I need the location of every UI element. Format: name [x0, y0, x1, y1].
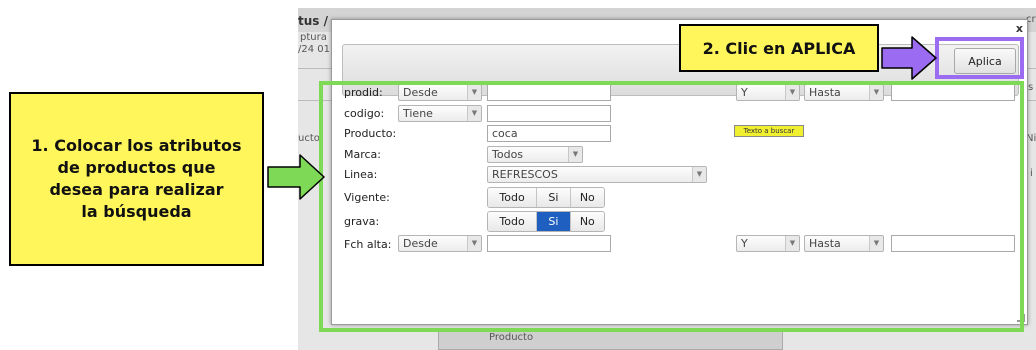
grava-toggle-group: Todo Si No — [487, 211, 605, 232]
marca-value: Todos — [492, 148, 524, 161]
right-arrow-icon — [881, 36, 937, 80]
linea-select[interactable]: REFRESCOS ▼ — [487, 166, 707, 183]
prodid-mode2-select[interactable]: Hasta ▼ — [804, 84, 884, 101]
grava-option-si[interactable]: Si — [537, 212, 571, 231]
fch-alta-mode-value: Desde — [403, 237, 438, 250]
caret-down-icon: ▼ — [785, 85, 799, 100]
right-arrow-icon — [267, 154, 325, 200]
caret-down-icon: ▼ — [869, 236, 883, 251]
background-title: tus / — [298, 14, 328, 28]
fch-alta-label: Fch alta: — [344, 238, 392, 251]
vigente-option-si[interactable]: Si — [537, 188, 571, 207]
vigente-toggle-group: Todo Si No — [487, 187, 605, 208]
grava-option-no[interactable]: No — [570, 212, 604, 231]
marca-label: Marca: — [344, 148, 382, 161]
prodid-from-input[interactable] — [487, 84, 611, 101]
prodid-op-value: Y — [741, 86, 748, 99]
fch-alta-mode2-select[interactable]: Hasta ▼ — [804, 235, 884, 252]
background-text: ptura — [300, 32, 327, 43]
grava-option-todo[interactable]: Todo — [488, 212, 538, 231]
fch-alta-op-select[interactable]: Y ▼ — [736, 235, 800, 252]
background-bottom-bar: Producto — [438, 328, 783, 350]
prodid-mode-select[interactable]: Desde ▼ — [398, 84, 482, 101]
background-text: /24 01 — [298, 44, 330, 55]
resize-grip-icon[interactable] — [1017, 314, 1025, 322]
producto-input[interactable]: coca — [487, 125, 611, 142]
producto-hint: Texto a buscar — [734, 125, 804, 137]
vigente-label: Vigente: — [344, 191, 390, 204]
producto-label: Producto: — [344, 127, 397, 140]
marca-select[interactable]: Todos ▼ — [487, 146, 583, 163]
prodid-mode-value: Desde — [403, 86, 438, 99]
caret-down-icon: ▼ — [467, 106, 481, 121]
background-text: Producto — [489, 332, 534, 343]
linea-label: Linea: — [344, 168, 378, 181]
caret-down-icon: ▼ — [692, 167, 706, 182]
vigente-option-todo[interactable]: Todo — [488, 188, 538, 207]
codigo-mode-select[interactable]: Tiene ▼ — [398, 105, 482, 122]
step2-callout: 2. Clic en APLICA — [679, 24, 879, 72]
background-text: s — [1028, 82, 1034, 93]
close-icon[interactable]: x — [1016, 22, 1023, 35]
linea-value: REFRESCOS — [492, 168, 558, 181]
caret-down-icon: ▼ — [869, 85, 883, 100]
fch-alta-op-value: Y — [741, 237, 748, 250]
caret-down-icon: ▼ — [467, 236, 481, 251]
codigo-input[interactable] — [487, 105, 611, 122]
step1-callout: 1. Colocar los atributos de productos qu… — [9, 92, 264, 266]
grava-label: grava: — [344, 215, 380, 228]
vigente-option-no[interactable]: No — [570, 188, 604, 207]
prodid-to-input[interactable] — [891, 84, 1015, 101]
apply-highlight-frame — [935, 37, 1024, 79]
fch-alta-from-input[interactable] — [487, 235, 611, 252]
caret-down-icon: ▼ — [785, 236, 799, 251]
prodid-op-select[interactable]: Y ▼ — [736, 84, 800, 101]
fch-alta-mode2-value: Hasta — [809, 237, 841, 250]
codigo-mode-value: Tiene — [403, 107, 433, 120]
codigo-label: codigo: — [344, 107, 385, 120]
fch-alta-mode-select[interactable]: Desde ▼ — [398, 235, 482, 252]
fch-alta-to-input[interactable] — [891, 235, 1015, 252]
background-text: i — [1030, 168, 1033, 179]
caret-down-icon: ▼ — [568, 147, 582, 162]
prodid-label: prodid: — [344, 86, 383, 99]
background-text: ucto — [298, 133, 320, 144]
prodid-mode2-value: Hasta — [809, 86, 841, 99]
caret-down-icon: ▼ — [467, 85, 481, 100]
